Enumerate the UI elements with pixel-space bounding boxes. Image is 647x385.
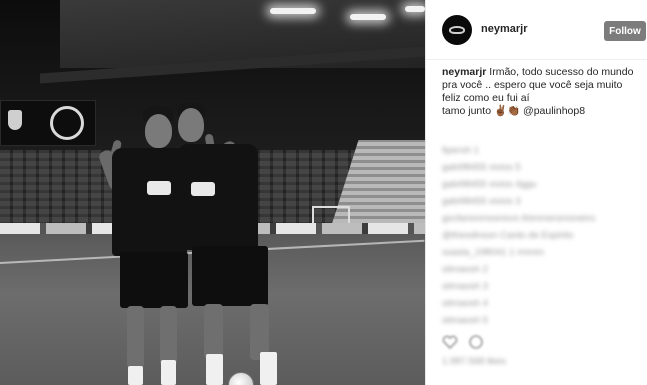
likes-count[interactable]: 1.987.568 likes — [442, 356, 506, 367]
shirt — [112, 148, 187, 256]
shorts — [192, 246, 268, 306]
avatar-logo-icon — [449, 26, 465, 34]
shirt-sponsor-badge — [191, 182, 215, 196]
username-link[interactable]: neymarjr — [481, 23, 527, 35]
shirt — [178, 144, 258, 250]
leg — [160, 306, 177, 366]
comment: fiperoh 1 — [442, 145, 479, 156]
caption-username[interactable]: neymarjr — [442, 66, 486, 78]
sock — [161, 360, 176, 385]
shorts — [120, 252, 188, 308]
comment: gabi98455 vivios 4ggu — [442, 179, 537, 190]
comment: gabi98455 vivios 5 — [442, 162, 521, 173]
comment: sitmaosh 4 — [442, 298, 488, 309]
floodlight — [405, 6, 425, 12]
sock — [128, 366, 143, 385]
comment: sitmaosh 2 — [442, 264, 488, 275]
comment: @thesdinson Canto de Espirito — [442, 230, 574, 241]
caption-line2: tamo junto — [442, 105, 492, 117]
leg — [204, 304, 223, 359]
scoreboard-logo — [8, 110, 22, 130]
sock — [260, 352, 277, 385]
post-header: neymarjr Follow — [426, 0, 647, 60]
head — [145, 114, 172, 148]
comment: sitmaosh 3 — [442, 281, 488, 292]
caption-emoji: ✌🏾👏🏾 — [493, 105, 521, 117]
comment: sitmaosh 5 — [442, 315, 488, 326]
comment: gscfarionmooriovs thimmersmoneiro — [442, 213, 596, 224]
post-photo[interactable] — [0, 0, 425, 385]
head — [178, 108, 204, 142]
comment-icon[interactable] — [468, 334, 484, 350]
comment: ssasta_198041 1 rmmm — [442, 247, 544, 258]
sock — [206, 354, 223, 385]
follow-button[interactable]: Follow — [604, 21, 646, 41]
post-sidebar: neymarjr Follow neymarjr Irmão, todo suc… — [425, 0, 647, 385]
comment: gabi98455 vivios 3 — [442, 196, 521, 207]
post-caption: neymarjr Irmão, todo sucesso do mundo pr… — [442, 66, 642, 118]
scoreboard-crest — [50, 106, 84, 140]
leg — [127, 306, 144, 368]
comment-list: fiperoh 1 gabi98455 vivios 5 gabi98455 v… — [442, 142, 642, 329]
avatar[interactable] — [442, 15, 472, 45]
caption-mention-link[interactable]: @paulinhop8 — [523, 105, 585, 117]
floodlight — [350, 14, 386, 20]
floodlight — [270, 8, 316, 14]
shirt-sponsor-badge — [147, 181, 171, 195]
action-bar — [442, 332, 642, 354]
heart-icon[interactable] — [442, 334, 458, 350]
